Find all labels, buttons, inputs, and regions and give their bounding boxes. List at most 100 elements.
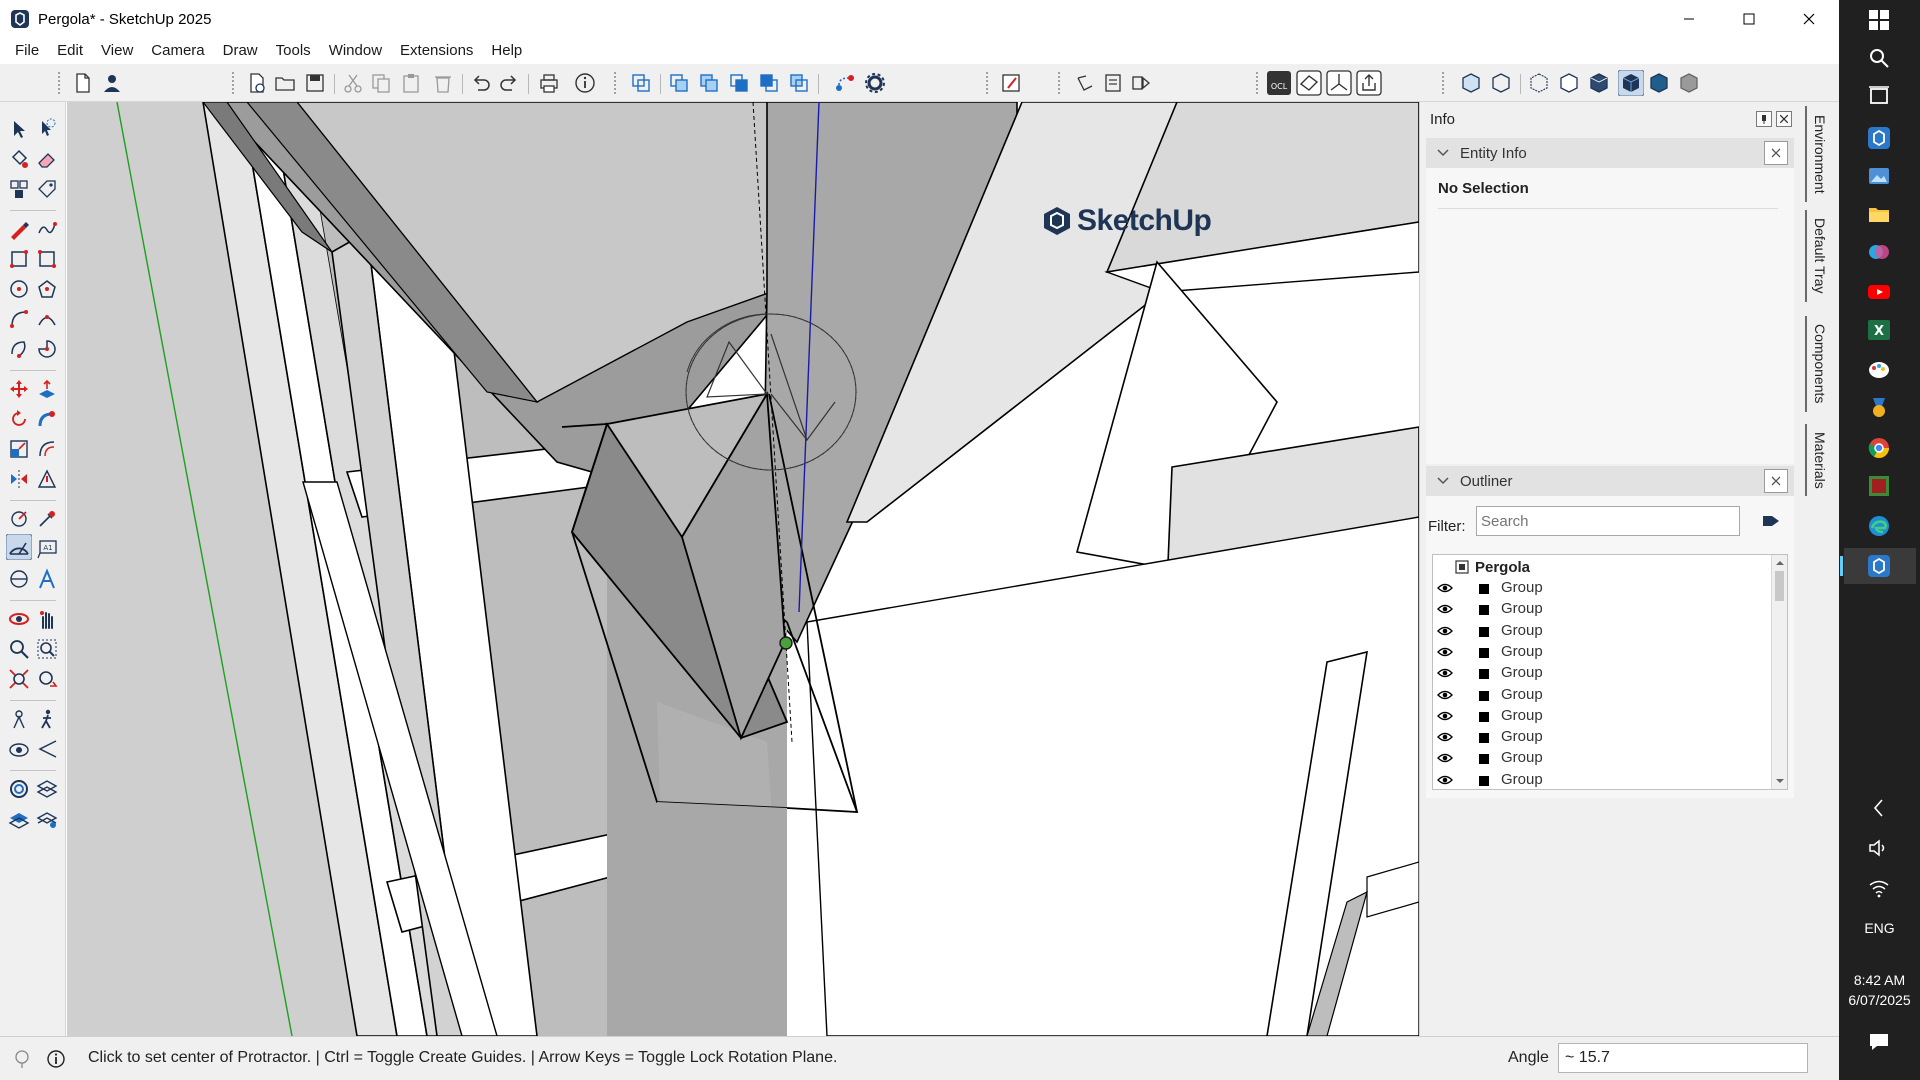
model-viewport[interactable]: SketchUp — [67, 102, 1419, 1036]
undo-icon[interactable] — [470, 72, 492, 94]
pin-button[interactable] — [1756, 111, 1772, 127]
solid-intersect-icon[interactable] — [668, 72, 690, 94]
circle-icon[interactable] — [8, 278, 30, 300]
solid-trim-icon[interactable] — [758, 72, 780, 94]
menu-extensions[interactable]: Extensions — [391, 38, 482, 64]
shaded-style-icon[interactable] — [1588, 72, 1610, 94]
move-icon[interactable] — [8, 378, 30, 400]
axes-tool-icon[interactable] — [1326, 70, 1352, 96]
print-icon[interactable] — [538, 72, 560, 94]
toolbar-grip[interactable] — [614, 72, 618, 94]
close-button[interactable] — [1779, 0, 1839, 38]
outliner-options-icon[interactable] — [1762, 512, 1780, 530]
language-indicator[interactable]: ENG — [1839, 920, 1920, 936]
tab-materials[interactable]: Materials — [1805, 424, 1833, 496]
sandbox-drape-icon[interactable] — [8, 808, 30, 830]
menu-draw[interactable]: Draw — [214, 38, 267, 64]
line-pencil-icon[interactable] — [8, 218, 30, 240]
toolbar-grip[interactable] — [232, 72, 236, 94]
delete-icon[interactable] — [432, 72, 454, 94]
arc-icon[interactable] — [8, 308, 30, 330]
export-icon[interactable] — [1356, 70, 1382, 96]
rotated-rectangle-icon[interactable] — [36, 248, 58, 270]
sketchup-taskbar-icon[interactable] — [1867, 126, 1891, 150]
entity-info-close-button[interactable] — [1764, 141, 1788, 165]
outliner-tree[interactable]: Pergola Group Group Group Group Group Group Gr… — [1432, 554, 1788, 790]
tab-environment[interactable]: Environment — [1805, 106, 1833, 202]
scrollbar-thumb[interactable] — [1775, 571, 1784, 601]
outliner-row[interactable]: Group — [1433, 621, 1769, 642]
rotate-icon[interactable] — [8, 408, 30, 430]
toolbar-grip[interactable] — [1058, 72, 1062, 94]
redo-icon[interactable] — [498, 72, 520, 94]
scroll-down-icon[interactable] — [1773, 775, 1787, 787]
chevron-left-icon[interactable] — [1867, 796, 1891, 820]
grey-style-icon[interactable] — [1678, 72, 1700, 94]
tab-components[interactable]: Components — [1805, 316, 1833, 412]
system-clock[interactable]: 8:42 AM 6/07/2025 — [1839, 970, 1920, 1010]
monochrome-style-icon[interactable] — [1648, 72, 1670, 94]
solid-subtract-icon[interactable] — [728, 72, 750, 94]
task-view-icon[interactable] — [1867, 84, 1891, 108]
3d-text-icon[interactable] — [36, 568, 58, 590]
copy-icon[interactable] — [370, 72, 392, 94]
axes-icon[interactable] — [36, 508, 58, 530]
panel-close-button[interactable] — [1776, 111, 1792, 127]
new-file-icon[interactable] — [72, 72, 94, 94]
toolbar-grip[interactable] — [58, 72, 62, 94]
medal-app-icon[interactable] — [1867, 396, 1891, 420]
two-point-arc-icon[interactable] — [36, 308, 58, 330]
zoom-extents-icon[interactable] — [8, 668, 30, 690]
visibility-eye-icon[interactable] — [1437, 603, 1453, 615]
instructor-info-icon[interactable] — [46, 1049, 66, 1069]
toolbar-grip[interactable] — [1442, 72, 1446, 94]
pie-icon[interactable] — [36, 338, 58, 360]
solid-union-icon[interactable] — [630, 72, 652, 94]
previous-view-icon[interactable] — [36, 668, 58, 690]
excel-icon[interactable]: X — [1867, 318, 1891, 342]
cut-icon[interactable] — [342, 72, 364, 94]
outliner-close-button[interactable] — [1764, 469, 1788, 493]
scenes-icon[interactable] — [1102, 72, 1124, 94]
hidden-line-style-icon[interactable] — [1558, 72, 1580, 94]
polygon-icon[interactable] — [36, 278, 58, 300]
look-around-icon[interactable] — [8, 738, 30, 760]
orbit-icon[interactable] — [8, 608, 30, 630]
follow-me-icon[interactable] — [36, 408, 58, 430]
push-pull-icon[interactable] — [36, 378, 58, 400]
tag-tool-icon[interactable] — [36, 178, 58, 200]
layout-icon[interactable] — [1000, 72, 1022, 94]
outliner-row[interactable]: Group — [1433, 706, 1769, 727]
field-of-view-icon[interactable] — [36, 738, 58, 760]
outliner-row[interactable]: Group — [1433, 748, 1769, 769]
sandbox-stamp-icon[interactable] — [36, 778, 58, 800]
outliner-row[interactable]: Group — [1433, 770, 1769, 789]
lasso-select-icon[interactable] — [36, 118, 58, 140]
back-edges-style-icon[interactable] — [1490, 72, 1512, 94]
freehand-icon[interactable] — [36, 218, 58, 240]
ocl-cutlist-icon[interactable]: OCL — [1266, 70, 1292, 96]
walk-icon[interactable] — [36, 708, 58, 730]
menu-camera[interactable]: Camera — [142, 38, 213, 64]
visibility-eye-icon[interactable] — [1437, 710, 1453, 722]
solid-union2-icon[interactable] — [698, 72, 720, 94]
zoom-icon[interactable] — [8, 638, 30, 660]
scale-icon[interactable] — [8, 438, 30, 460]
three-point-arc-icon[interactable] — [8, 338, 30, 360]
edge-icon[interactable] — [1867, 514, 1891, 538]
toolbar-grip[interactable] — [1256, 72, 1260, 94]
tape-measure-icon[interactable] — [36, 468, 58, 490]
visibility-eye-icon[interactable] — [1437, 582, 1453, 594]
outliner-scrollbar[interactable] — [1771, 555, 1787, 789]
rectangle-icon[interactable] — [8, 248, 30, 270]
menu-view[interactable]: View — [92, 38, 142, 64]
geo-location-icon[interactable] — [12, 1049, 32, 1069]
select-arrow-icon[interactable] — [8, 118, 30, 140]
open-folder-icon[interactable] — [274, 72, 296, 94]
wifi-icon[interactable] — [1867, 876, 1891, 900]
shaded-with-textures-style-icon[interactable] — [1618, 70, 1644, 96]
visibility-eye-icon[interactable] — [1437, 667, 1453, 679]
youtube-icon[interactable] — [1867, 280, 1891, 304]
outliner-row[interactable]: Group — [1433, 578, 1769, 599]
outliner-search-input[interactable] — [1476, 506, 1740, 536]
